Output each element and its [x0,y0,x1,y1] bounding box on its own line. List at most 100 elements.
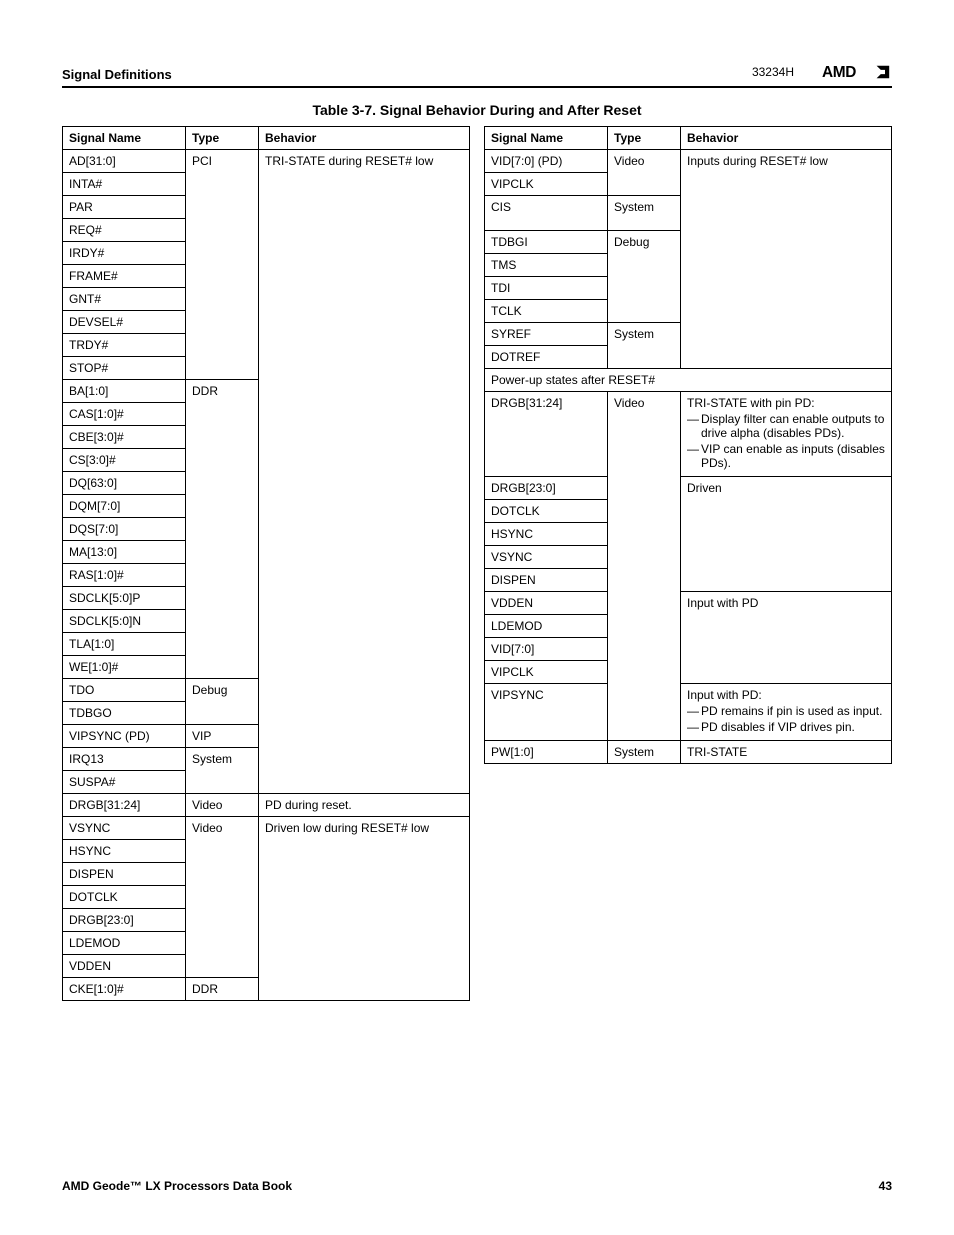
signal-name-cell: DOTCLK [63,886,186,909]
signal-name-cell: CKE[1:0]# [63,978,186,1001]
behavior-cell: TRI-STATE [681,741,892,764]
signal-table-left: Signal NameTypeBehavior AD[31:0]PCITRI-ST… [62,126,470,1001]
column-header: Signal Name [485,127,608,150]
table-row: VDDENInput with PD [485,592,892,615]
amd-logo: AMD [822,62,892,82]
signal-name-cell: HSYNC [485,523,608,546]
table-row: VSYNCVideoDriven low during RESET# low [63,817,470,840]
table-row: VID[7:0] (PD)VideoInputs during RESET# l… [485,150,892,173]
signal-name-cell: AD[31:0] [63,150,186,173]
type-cell: DDR [186,978,259,1001]
table-row: PW[1:0]SystemTRI-STATE [485,741,892,764]
signal-name-cell: CIS [485,196,608,231]
behavior-cell: PD during reset. [259,794,470,817]
section-header-cell: Power-up states after RESET# [485,369,892,392]
signal-name-cell: MA[13:0] [63,541,186,564]
svg-text:AMD: AMD [822,64,856,81]
signal-name-cell: IRQ13 [63,748,186,771]
signal-name-cell: CS[3:0]# [63,449,186,472]
signal-name-cell: DOTCLK [485,500,608,523]
signal-name-cell: DISPEN [63,863,186,886]
signal-name-cell: DISPEN [485,569,608,592]
signal-name-cell: REQ# [63,219,186,242]
type-cell: Video [186,817,259,978]
signal-name-cell: HSYNC [63,840,186,863]
signal-name-cell: VID[7:0] [485,638,608,661]
table-row: DRGB[31:24]VideoTRI-STATE with pin PD:Di… [485,392,892,477]
signal-name-cell: SUSPA# [63,771,186,794]
signal-name-cell: DQ[63:0] [63,472,186,495]
behavior-cell: TRI-STATE with pin PD:Display filter can… [681,392,892,477]
page-header: Signal Definitions 33234H AMD [62,62,892,88]
type-cell: System [608,323,681,369]
table-row: DRGB[23:0]Driven [485,477,892,500]
signal-name-cell: CAS[1:0]# [63,403,186,426]
signal-name-cell: TDI [485,277,608,300]
behavior-cell: Input with PD:PD remains if pin is used … [681,684,892,741]
signal-name-cell: DQS[7:0] [63,518,186,541]
type-cell: System [608,741,681,764]
column-header: Signal Name [63,127,186,150]
signal-name-cell: PW[1:0] [485,741,608,764]
signal-name-cell: SYREF [485,323,608,346]
type-cell: Video [186,794,259,817]
type-cell: System [186,748,259,794]
signal-name-cell: CBE[3:0]# [63,426,186,449]
signal-name-cell: SDCLK[5:0]P [63,587,186,610]
type-cell: Video [608,150,681,196]
signal-name-cell: IRDY# [63,242,186,265]
doc-code: 33234H [752,65,794,79]
signal-name-cell: DRGB[31:24] [63,794,186,817]
table-row: VIPSYNCInput with PD:PD remains if pin i… [485,684,892,741]
signal-name-cell: TDBGI [485,231,608,254]
signal-name-cell: DQM[7:0] [63,495,186,518]
signal-name-cell: GNT# [63,288,186,311]
signal-name-cell: VSYNC [63,817,186,840]
signal-name-cell: TLA[1:0] [63,633,186,656]
behavior-bullet: VIP can enable as inputs (disables PDs). [701,442,885,470]
signal-name-cell: WE[1:0]# [63,656,186,679]
signal-name-cell: TDBGO [63,702,186,725]
type-cell: Video [608,392,681,741]
signal-name-cell: LDEMOD [63,932,186,955]
signal-name-cell: TDO [63,679,186,702]
behavior-bullet: PD remains if pin is used as input. [701,704,885,718]
signal-name-cell: INTA# [63,173,186,196]
signal-name-cell: TCLK [485,300,608,323]
type-cell: Debug [186,679,259,725]
signal-name-cell: VSYNC [485,546,608,569]
signal-name-cell: DRGB[23:0] [63,909,186,932]
signal-name-cell: TMS [485,254,608,277]
table-row: DRGB[31:24]VideoPD during reset. [63,794,470,817]
signal-name-cell: VID[7:0] (PD) [485,150,608,173]
behavior-cell: Inputs during RESET# low [681,150,892,369]
signal-name-cell: VIPSYNC (PD) [63,725,186,748]
signal-name-cell: VIPCLK [485,173,608,196]
type-cell: VIP [186,725,259,748]
signal-name-cell: RAS[1:0]# [63,564,186,587]
section-title: Signal Definitions [62,67,172,82]
signal-table-right: Signal NameTypeBehaviorVID[7:0] (PD)Vide… [484,126,892,764]
footer-book-title: AMD Geode™ LX Processors Data Book [62,1179,292,1193]
signal-name-cell: VIPCLK [485,661,608,684]
signal-name-cell: TRDY# [63,334,186,357]
column-header: Type [608,127,681,150]
signal-name-cell: STOP# [63,357,186,380]
signal-name-cell: DEVSEL# [63,311,186,334]
column-header: Type [186,127,259,150]
column-header: Behavior [681,127,892,150]
signal-name-cell: VDDEN [63,955,186,978]
page-footer: AMD Geode™ LX Processors Data Book 43 [62,1179,892,1193]
signal-name-cell: DOTREF [485,346,608,369]
signal-name-cell: SDCLK[5:0]N [63,610,186,633]
signal-name-cell: PAR [63,196,186,219]
table-caption: Table 3-7. Signal Behavior During and Af… [62,102,892,118]
type-cell: System [608,196,681,231]
type-cell: PCI [186,150,259,380]
type-cell: Debug [608,231,681,323]
column-header: Behavior [259,127,470,150]
signal-name-cell: FRAME# [63,265,186,288]
behavior-cell: Driven [681,477,892,592]
signal-name-cell: DRGB[23:0] [485,477,608,500]
behavior-cell: TRI-STATE during RESET# low [259,150,470,794]
